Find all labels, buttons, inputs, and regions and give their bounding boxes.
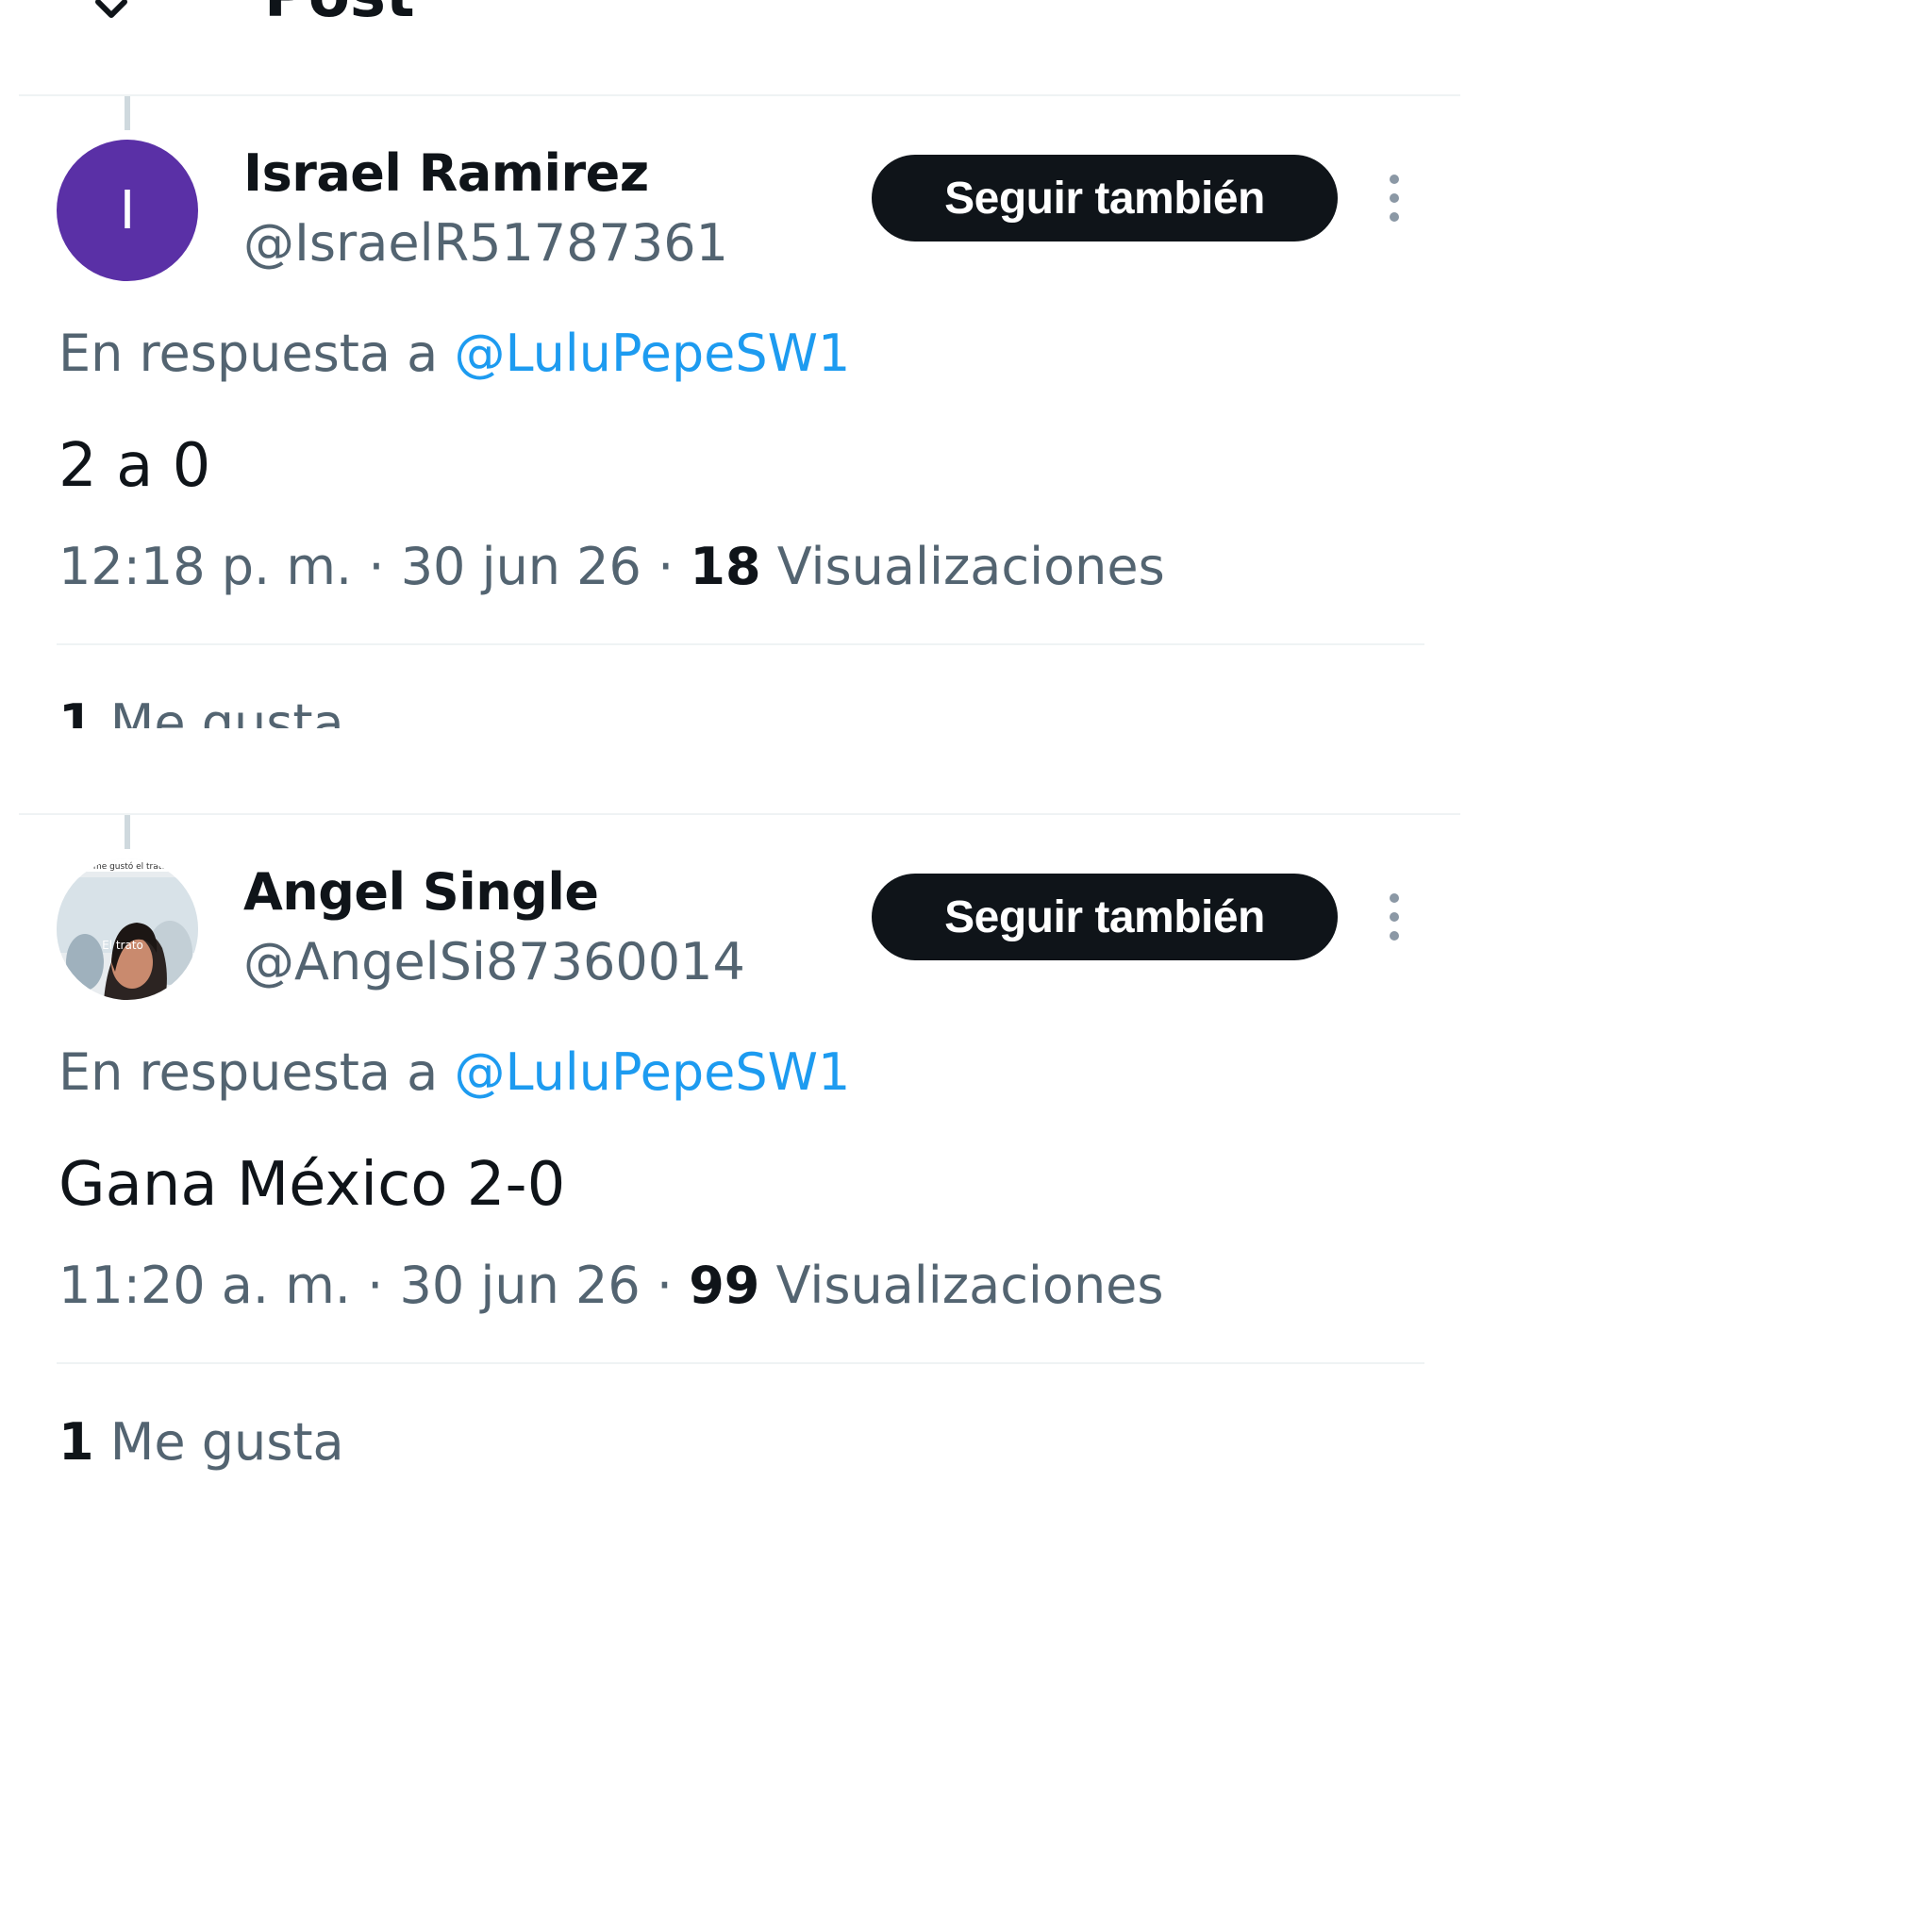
likes-count: 1 — [58, 1412, 94, 1472]
more-options-icon[interactable] — [1374, 172, 1415, 225]
divider — [57, 1362, 1424, 1364]
avatar[interactable]: I — [57, 140, 198, 281]
post-meta: 11:20 a. m. · 30 jun 26 · 99 Visualizaci… — [58, 1255, 1164, 1317]
separator: · — [368, 537, 385, 596]
reply-context: En respuesta a @LuluPepeSW1 — [58, 1041, 850, 1104]
reply-mention-link[interactable]: @LuluPepeSW1 — [454, 1042, 850, 1102]
likes-label: Me gusta — [109, 1412, 344, 1472]
thread-line — [125, 815, 130, 849]
post-date[interactable]: 30 jun 26 — [401, 537, 641, 596]
svg-text:. me gustó el trato: . me gustó el trato — [88, 861, 167, 872]
likes-label: Me gusta — [109, 693, 344, 728]
likes-clip: 1 Me gusta — [0, 692, 566, 728]
views-count: 18 — [690, 537, 761, 596]
likes-count: 1 — [58, 693, 94, 728]
back-arrow-icon[interactable] — [91, 0, 132, 23]
more-options-icon[interactable] — [1374, 891, 1415, 943]
avatar-letter: I — [57, 140, 198, 281]
likes-stat[interactable]: 1 Me gusta — [58, 1411, 344, 1474]
reply-post[interactable]: . me gustó el trato El trato Angel Singl… — [0, 815, 1479, 1532]
separator: · — [658, 537, 675, 596]
post-time[interactable]: 12:18 p. m. — [58, 537, 352, 596]
views-label: Visualizaciones — [775, 1256, 1164, 1315]
post-text: 2 a 0 — [58, 431, 211, 501]
user-handle[interactable]: @AngelSi87360014 — [243, 932, 745, 992]
divider — [57, 643, 1424, 645]
follow-button[interactable]: Seguir también — [872, 155, 1338, 242]
post-time[interactable]: 11:20 a. m. — [58, 1256, 351, 1315]
user-handle[interactable]: @IsraelR51787361 — [243, 213, 728, 274]
post-meta: 12:18 p. m. · 30 jun 26 · 18 Visualizaci… — [58, 536, 1165, 598]
display-name[interactable]: Angel Single — [243, 862, 599, 923]
reply-context: En respuesta a @LuluPepeSW1 — [58, 323, 850, 385]
page-title: Post — [264, 0, 415, 26]
views-count: 99 — [689, 1256, 760, 1315]
views-label: Visualizaciones — [776, 537, 1165, 596]
avatar[interactable]: . me gustó el trato El trato — [57, 858, 198, 1000]
display-name[interactable]: Israel Ramirez — [243, 143, 649, 204]
follow-button[interactable]: Seguir también — [872, 874, 1338, 960]
top-header: Post — [0, 0, 1479, 94]
reply-prefix: En respuesta a — [58, 324, 439, 383]
thread-line — [125, 96, 130, 130]
likes-stat[interactable]: 1 Me gusta — [58, 692, 344, 728]
post-text: Gana México 2-0 — [58, 1150, 566, 1220]
reply-prefix: En respuesta a — [58, 1042, 439, 1102]
separator: · — [367, 1256, 384, 1315]
reply-post[interactable]: I Israel Ramirez @IsraelR51787361 Seguir… — [0, 96, 1479, 813]
reply-mention-link[interactable]: @LuluPepeSW1 — [454, 324, 850, 383]
post-date[interactable]: 30 jun 26 — [400, 1256, 641, 1315]
separator: · — [656, 1256, 674, 1315]
avatar-caption: El trato — [102, 939, 143, 952]
